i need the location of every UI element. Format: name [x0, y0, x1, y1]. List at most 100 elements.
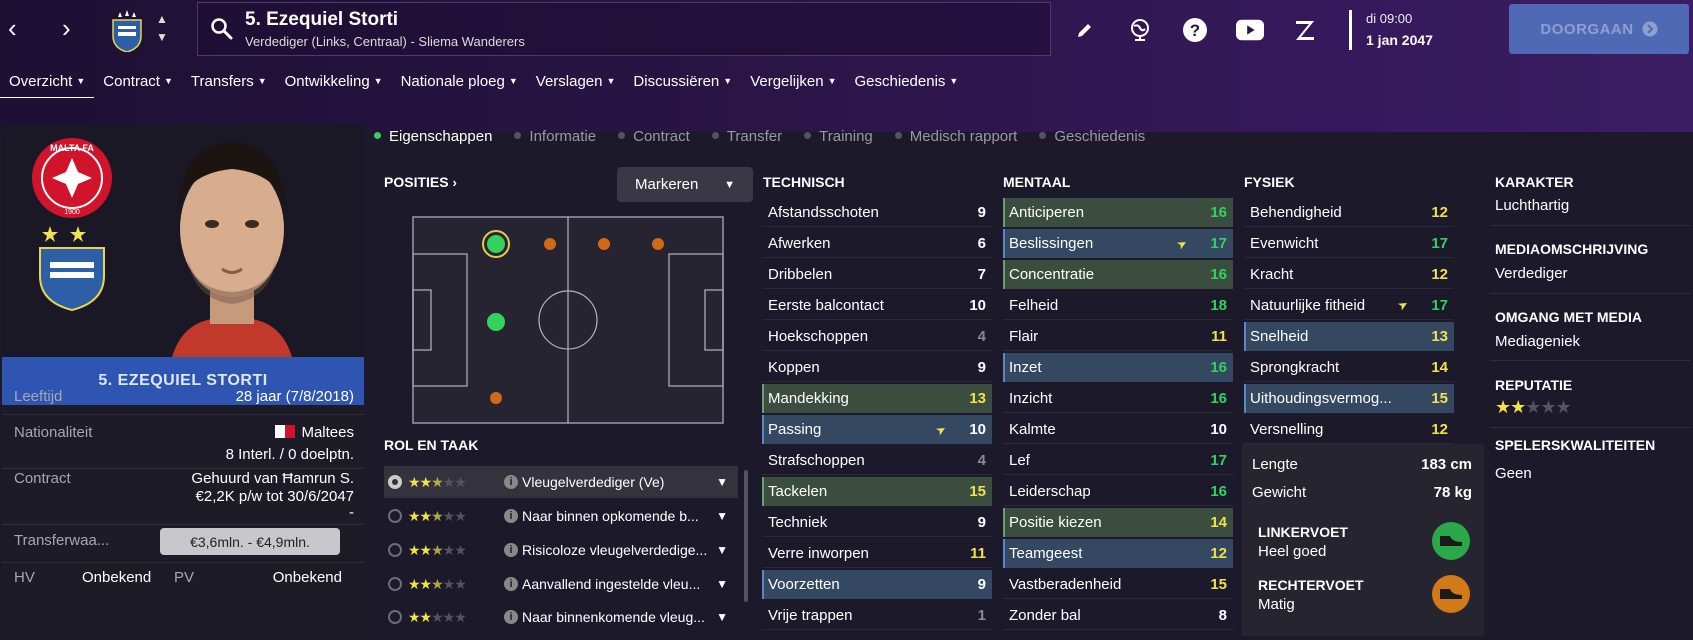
chevron-down-icon[interactable]: ▼ [716, 509, 728, 523]
nav-vergelijken[interactable]: Vergelijken ▼ [741, 70, 845, 98]
attribute-row[interactable]: Inzicht 16 [1003, 384, 1233, 413]
radio-button[interactable] [388, 543, 402, 557]
attribute-row[interactable]: Kalmte 10 [1003, 415, 1233, 444]
tab-informatie[interactable]: Informatie [514, 128, 596, 152]
attribute-row[interactable]: Versnelling 12 [1244, 415, 1454, 444]
nav-discussieren[interactable]: Discussiëren ▼ [624, 70, 741, 98]
transfer-value-pill[interactable]: €3,6mln. - €4,9mln. [160, 528, 340, 555]
info-icon[interactable]: i [504, 475, 518, 489]
role-option[interactable]: ★★★★★ i Risicoloze vleugelverdedige... ▼ [384, 534, 738, 566]
nav-overzicht[interactable]: Overzicht ▼ [0, 70, 95, 98]
player-search-box[interactable]: 5. Ezequiel Storti Verdediger (Links, Ce… [197, 2, 1051, 56]
attribute-row[interactable]: Felheid 18 [1003, 291, 1233, 320]
club-badge-icon[interactable] [110, 10, 144, 52]
continue-icon [1642, 21, 1658, 37]
info-icon[interactable]: i [504, 610, 518, 624]
nav-verslagen[interactable]: Verslagen ▼ [527, 70, 625, 98]
search-icon[interactable] [210, 17, 234, 41]
tab-training[interactable]: Training [804, 128, 873, 152]
nav-transfers[interactable]: Transfers ▼ [182, 70, 276, 98]
pencil-icon[interactable] [1071, 16, 1099, 44]
attribute-row[interactable]: Snelheid 13 [1244, 322, 1454, 351]
attribute-value: 17 [1431, 234, 1448, 252]
attribute-row[interactable]: Hoekschoppen 4 [762, 322, 992, 351]
attribute-row[interactable]: Evenwicht 17 [1244, 229, 1454, 258]
nav-ontwikkeling[interactable]: Ontwikkeling ▼ [276, 70, 392, 98]
tab-medisch-rapport[interactable]: Medisch rapport [894, 128, 1017, 152]
nav-geschiedenis[interactable]: Geschiedenis ▼ [846, 70, 968, 98]
chevron-down-icon[interactable]: ▼ [716, 543, 728, 557]
nav-nationale-ploeg[interactable]: Nationale ploeg ▼ [392, 70, 527, 98]
attribute-row[interactable]: Uithoudingsvermog... 15 [1244, 384, 1454, 413]
attribute-row[interactable]: Passing ➤ 10 [762, 415, 992, 444]
attribute-row[interactable]: Leiderschap 16 [1003, 477, 1233, 506]
attribute-name: Evenwicht [1250, 234, 1319, 252]
info-icon[interactable]: i [504, 509, 518, 523]
globe-icon[interactable] [1126, 16, 1154, 44]
attribute-row[interactable]: Dribbelen 7 [762, 260, 992, 289]
role-option[interactable]: ★★★★★ i Naar binnenkomende vleug... ▼ [384, 601, 738, 633]
chevron-down-icon[interactable]: ▼ [156, 30, 168, 44]
role-option[interactable]: ★★★★★ i Aanvallend ingestelde vleu... ▼ [384, 568, 738, 600]
position-pitch[interactable] [412, 216, 724, 424]
tab-eigenschappen[interactable]: Eigenschappen [374, 128, 492, 152]
attribute-row[interactable]: Afstandsschoten 9 [762, 198, 992, 227]
attribute-row[interactable]: Lef 17 [1003, 446, 1233, 475]
help-icon[interactable]: ? [1181, 16, 1209, 44]
info-icon[interactable]: i [504, 577, 518, 591]
attribute-row[interactable]: Natuurlijke fitheid ➤ 17 [1244, 291, 1454, 320]
attribute-row[interactable]: Positie kiezen 14 [1003, 508, 1233, 537]
chevron-down-icon[interactable]: ▼ [716, 475, 728, 489]
chevron-down-icon[interactable]: ▼ [716, 610, 728, 624]
radio-button[interactable] [388, 475, 402, 489]
attribute-value: 10 [1210, 420, 1227, 438]
positions-heading[interactable]: POSITIES › [384, 174, 457, 190]
attribute-row[interactable]: Verre inworpen 11 [762, 539, 992, 568]
chevron-up-icon[interactable]: ▲ [156, 12, 168, 26]
attribute-row[interactable]: Concentratie 16 [1003, 260, 1233, 289]
attribute-row[interactable]: Vrije trappen 1 [762, 601, 992, 630]
height-label: Lengte [1252, 456, 1298, 473]
attribute-row[interactable]: Mandekking 13 [762, 384, 992, 413]
attribute-row[interactable]: Inzet 16 [1003, 353, 1233, 382]
nav-contract[interactable]: Contract ▼ [94, 70, 182, 98]
info-icon[interactable]: i [504, 543, 518, 557]
attribute-row[interactable]: Afwerken 6 [762, 229, 992, 258]
role-option[interactable]: ★★★★★ i Naar binnen opkomende b... ▼ [384, 500, 738, 532]
attribute-row[interactable]: Anticiperen 16 [1003, 198, 1233, 227]
role-scrollbar[interactable] [744, 470, 748, 602]
attribute-row[interactable]: Sprongkracht 14 [1244, 353, 1454, 382]
tab-transfer[interactable]: Transfer [711, 128, 782, 152]
transfer-value-label: Transferwaa... [14, 532, 110, 549]
attribute-row[interactable]: Voorzetten 9 [762, 570, 992, 599]
attribute-value: 10 [969, 421, 986, 438]
contract-loan[interactable]: Gehuurd van Ħamrun S. [191, 470, 354, 487]
tab-geschiedenis[interactable]: Geschiedenis [1039, 128, 1145, 152]
continue-button[interactable]: DOORGAAN [1509, 4, 1689, 54]
forward-icon[interactable]: › [62, 15, 71, 41]
radio-button[interactable] [388, 577, 402, 591]
attribute-row[interactable]: Zonder bal 8 [1003, 601, 1233, 630]
chevron-down-icon[interactable]: ▼ [716, 577, 728, 591]
radio-button[interactable] [388, 509, 402, 523]
back-icon[interactable]: ‹ [8, 15, 17, 41]
attribute-row[interactable]: Vastberadenheid 15 [1003, 570, 1233, 599]
radio-button[interactable] [388, 610, 402, 624]
tab-contract[interactable]: Contract [618, 128, 690, 152]
attribute-row[interactable]: Behendigheid 12 [1244, 198, 1454, 227]
attribute-row[interactable]: Koppen 9 [762, 353, 992, 382]
attribute-row[interactable]: Tackelen 15 [762, 477, 992, 506]
attribute-row[interactable]: Flair 11 [1003, 322, 1233, 351]
attribute-row[interactable]: Strafschoppen 4 [762, 446, 992, 475]
z-icon[interactable] [1291, 16, 1319, 44]
attribute-row[interactable]: Teamgeest 12 [1003, 539, 1233, 568]
youtube-icon[interactable] [1236, 16, 1264, 44]
attribute-row[interactable]: Kracht 12 [1244, 260, 1454, 289]
markeren-dropdown[interactable]: Markeren ▼ [617, 167, 753, 202]
attribute-row[interactable]: Beslissingen ➤ 17 [1003, 229, 1233, 258]
continue-label: DOORGAAN [1540, 20, 1634, 38]
attribute-row[interactable]: Techniek 9 [762, 508, 992, 537]
role-option[interactable]: ★★★★★ i Vleugelverdediger (Ve) ▼ [384, 466, 738, 498]
nationality-value[interactable]: Maltees [275, 424, 354, 441]
attribute-row[interactable]: Eerste balcontact 10 [762, 291, 992, 320]
